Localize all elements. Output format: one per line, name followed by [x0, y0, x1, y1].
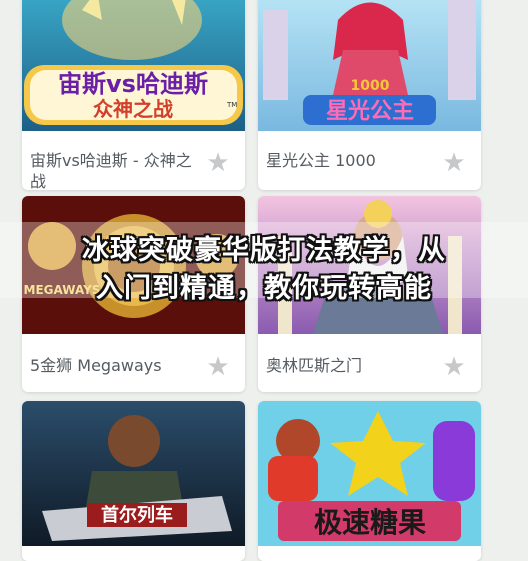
- game-caption: 星光公主 1000: [266, 151, 376, 170]
- art-tm: TM: [226, 101, 237, 109]
- game-thumbnail[interactable]: 宙斯vs哈迪斯 众神之战 TM: [22, 0, 245, 131]
- art-badge: 1000: [351, 78, 390, 94]
- game-card-starlight-princess[interactable]: 1000 星光公主 星光公主 1000 ★: [258, 0, 481, 190]
- star-icon[interactable]: ★: [441, 354, 467, 380]
- art-title: 星光公主: [326, 99, 414, 124]
- headline-line1: 冰球突破豪华版打法教学，从: [82, 235, 446, 266]
- game-card-seoul-train[interactable]: 首尔列车: [22, 401, 245, 561]
- game-thumbnail[interactable]: 1000 星光公主: [258, 0, 481, 131]
- art-title-line1: 宙斯vs哈迪斯: [58, 70, 208, 98]
- game-card-sugar-rush[interactable]: 极速糖果: [258, 401, 481, 561]
- art-title-line2: 众神之战: [93, 97, 173, 121]
- art-title: 首尔列车: [101, 504, 173, 526]
- game-caption: 5金狮 Megaways: [30, 356, 162, 375]
- caption-text: 宙斯vs哈迪斯 - 众神之战: [30, 151, 192, 190]
- game-card-zeus-vs-hades[interactable]: 宙斯vs哈迪斯 众神之战 TM 宙斯vs哈迪斯 - 众神之战 ™ ★: [22, 0, 245, 190]
- star-icon[interactable]: ★: [205, 150, 231, 176]
- headline-line2: 入门到精通，教你玩转高能: [96, 273, 432, 304]
- game-thumbnail[interactable]: 首尔列车: [22, 401, 245, 546]
- art-title: 极速糖果: [314, 506, 426, 539]
- game-caption: 奥林匹斯之门: [266, 356, 363, 375]
- star-icon[interactable]: ★: [441, 150, 467, 176]
- star-icon[interactable]: ★: [205, 354, 231, 380]
- game-caption: 宙斯vs哈迪斯 - 众神之战 ™: [30, 150, 205, 190]
- headline-text: 冰球突破豪华版打法教学，从 入门到精通，教你玩转高能: [0, 232, 528, 308]
- game-thumbnail[interactable]: 极速糖果: [258, 401, 481, 546]
